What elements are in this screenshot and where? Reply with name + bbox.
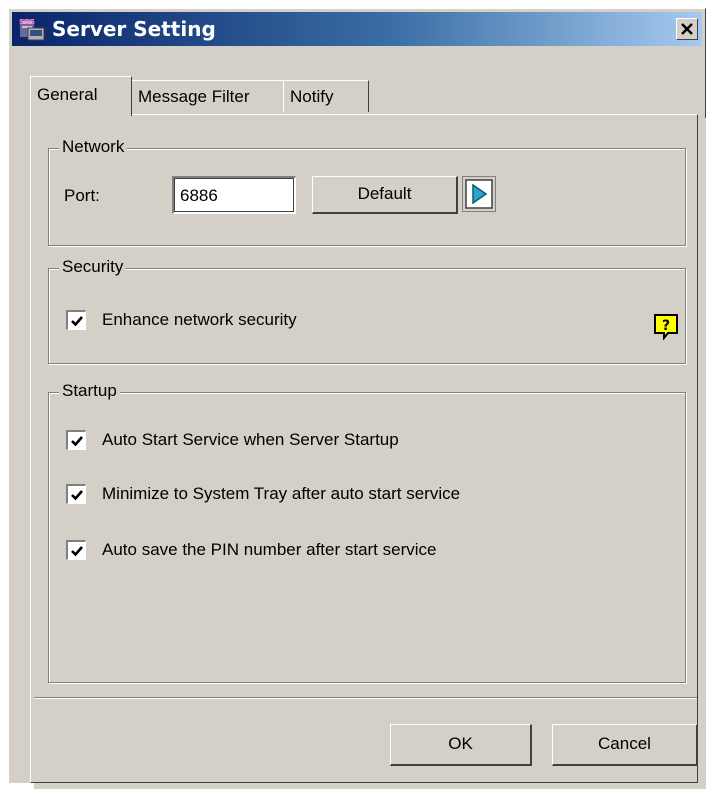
server-app-icon: SOS xyxy=(19,18,45,41)
tab-panel-general xyxy=(30,114,698,783)
tab-notify-label: Notify xyxy=(290,87,334,106)
tab-message-filter-label: Message Filter xyxy=(138,87,250,106)
close-icon xyxy=(681,23,693,35)
title-bar[interactable]: SOS Server Setting xyxy=(12,12,702,46)
svg-text:SOS: SOS xyxy=(19,18,35,26)
tab-general[interactable]: General xyxy=(30,76,132,116)
tab-general-label: General xyxy=(37,85,98,104)
tab-message-filter[interactable]: Message Filter xyxy=(131,80,284,112)
tab-notify[interactable]: Notify xyxy=(283,80,369,112)
window-title: Server Setting xyxy=(52,17,216,41)
close-button[interactable] xyxy=(676,18,698,40)
